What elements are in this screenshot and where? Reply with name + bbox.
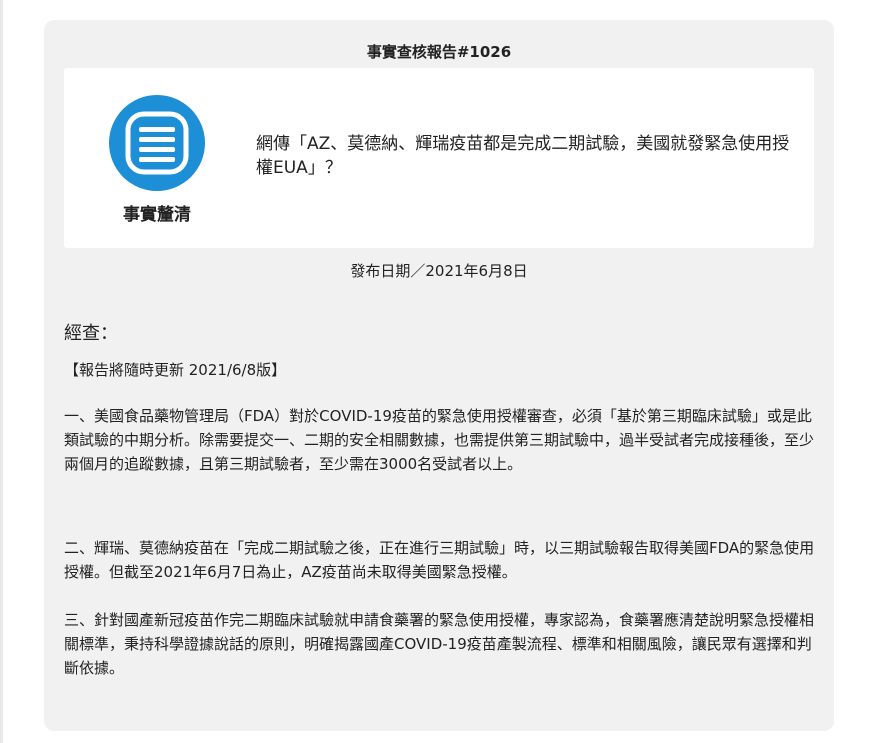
- section-heading: 經查：: [64, 323, 118, 344]
- left-border: [0, 0, 3, 743]
- finding-paragraph-2: 二、輝瑞、莫德納疫苗在「完成二期試驗之後，正在進行三期試驗」時，以三期試驗報告取…: [64, 539, 815, 581]
- claim-text: 網傳「AZ、莫德納、輝瑞疫苗都是完成二期試驗，美國就發緊急使用授權EUA」？: [256, 134, 790, 178]
- verdict-label: 事實釐清: [123, 205, 191, 225]
- fact-check-report-card: 事實查核報告#1026 事實釐清 網傳「AZ、莫德納、輝瑞疫苗都是完成二期試驗，…: [44, 20, 834, 731]
- finding-paragraph-1: 一、美國食品藥物管理局（FDA）對於COVID-19疫苗的緊急使用授權審查，必須…: [64, 407, 815, 473]
- finding-paragraph-3: 三、針對國產新冠疫苗作完二期臨床試驗就申請食藥署的緊急使用授權，專家認為，食藥署…: [64, 611, 815, 677]
- report-title: 事實查核報告#1026: [366, 43, 512, 61]
- update-note: 【報告將隨時更新 2021/6/8版】: [64, 361, 287, 379]
- document-lines-icon: [109, 95, 205, 191]
- publish-date: 發布日期／2021年6月8日: [350, 262, 528, 280]
- claim-box: 事實釐清 網傳「AZ、莫德納、輝瑞疫苗都是完成二期試驗，美國就發緊急使用授權EU…: [64, 68, 814, 248]
